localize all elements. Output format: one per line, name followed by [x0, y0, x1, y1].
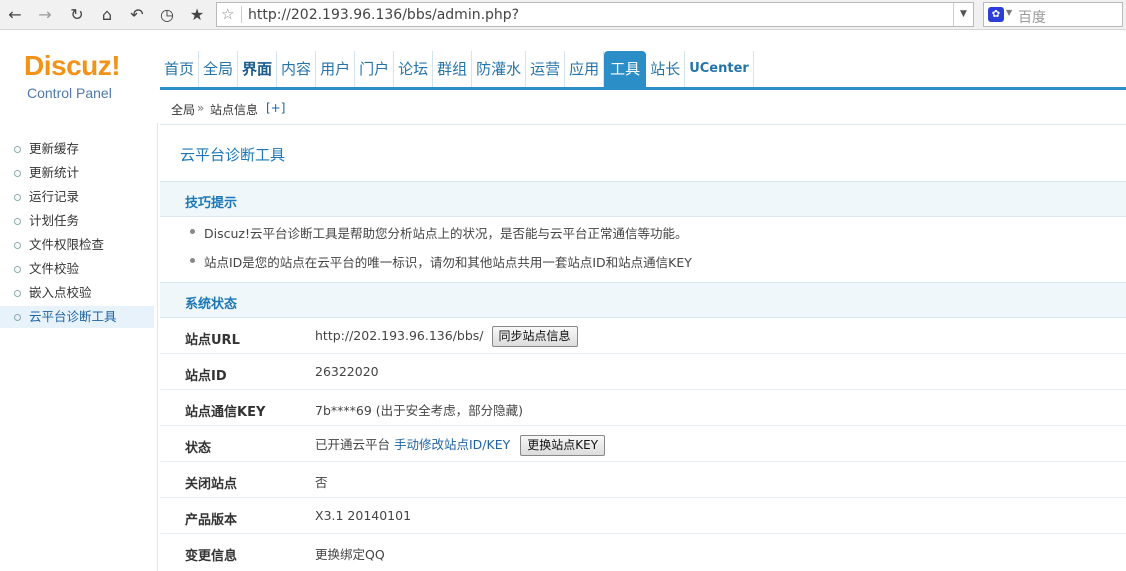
nav-portal[interactable]: 门户	[355, 51, 395, 87]
nav-operation[interactable]: 运营	[526, 51, 566, 87]
history-icon[interactable]: ◷	[156, 4, 178, 26]
chevron-down-icon[interactable]: ▼	[953, 3, 973, 26]
change-bound-qq-link[interactable]: 更换绑定QQ	[315, 544, 385, 563]
top-nav: 首页 全局 界面 内容 用户 门户 论坛 群组 防灌水 运营 应用 工具 站长 …	[160, 51, 754, 87]
row-label: 产品版本	[185, 513, 238, 528]
divider	[241, 6, 242, 23]
breadcrumb-current: 站点信息	[210, 103, 259, 117]
logo-subtitle: Control Panel	[27, 85, 112, 101]
row-label: 站点ID	[185, 369, 227, 384]
edit-site-id-key-link[interactable]: 手动修改站点ID/KEY	[394, 437, 510, 452]
row-close-site: 关闭站点 否	[160, 462, 1126, 498]
site-url-value: http://202.193.96.136/bbs/	[315, 328, 484, 343]
nav-group[interactable]: 群组	[433, 51, 473, 87]
site-id-value: 26322020	[315, 364, 379, 379]
site-key-value: 7b****69 (出于安全考虑，部分隐藏)	[315, 403, 524, 418]
breadcrumb-separator: »	[197, 101, 205, 115]
main-content: 云平台诊断工具 技巧提示 Discuz!云平台诊断工具是帮助您分析站点上的状况，…	[160, 126, 1126, 571]
row-label: 状态	[185, 441, 212, 456]
sidebar-item-update-cache[interactable]: 更新缓存	[0, 138, 154, 160]
address-bar[interactable]: ☆ http://202.193.96.136/bbs/admin.php? ▼	[216, 2, 974, 27]
nav-antispam[interactable]: 防灌水	[472, 51, 527, 87]
row-change-info: 变更信息 更换绑定QQ	[160, 534, 1126, 570]
reload-icon[interactable]: ↻	[66, 4, 88, 26]
sync-site-info-button[interactable]: 同步站点信息	[491, 326, 578, 347]
nav-apps[interactable]: 应用	[565, 51, 605, 87]
sidebar: 更新缓存 更新统计 运行记录 计划任务 文件权限检查 文件校验 嵌入点校验 云平…	[0, 123, 158, 571]
admin-header: 首页 全局 界面 内容 用户 门户 论坛 群组 防灌水 运营 应用 工具 站长 …	[0, 31, 1126, 90]
row-site-id: 站点ID 26322020	[160, 354, 1126, 390]
status-header: 系统状态	[160, 282, 1126, 318]
tips-header: 技巧提示	[160, 181, 1126, 217]
tip-item: Discuz!云平台诊断工具是帮助您分析站点上的状况，是否能与云平台正常通信等功…	[189, 223, 687, 242]
undo-icon[interactable]: ↶	[126, 4, 148, 26]
tips-header-label: 技巧提示	[185, 196, 238, 211]
nav-webmaster[interactable]: 站长	[646, 51, 686, 87]
page-title: 云平台诊断工具	[180, 146, 286, 164]
back-icon[interactable]: ←	[4, 4, 26, 26]
row-label: 站点通信KEY	[185, 405, 266, 420]
breadcrumb: 全局 » 站点信息 [+]	[160, 91, 1126, 125]
home-icon[interactable]: ⌂	[96, 4, 118, 26]
chevron-down-icon[interactable]: ▼	[1006, 8, 1012, 17]
logo-brand: Discuz!	[24, 50, 121, 81]
nav-underline	[160, 87, 1126, 90]
close-site-value: 否	[315, 475, 328, 490]
row-site-url: 站点URL http://202.193.96.136/bbs/同步站点信息	[160, 318, 1126, 354]
search-placeholder[interactable]: 百度	[1018, 7, 1046, 27]
logo: Discuz! Control Panel	[0, 30, 158, 101]
nav-tools[interactable]: 工具	[604, 51, 647, 87]
row-value: http://202.193.96.136/bbs/同步站点信息	[315, 326, 578, 347]
nav-style[interactable]: 界面	[238, 51, 278, 87]
search-box[interactable]: ✿ ▼ 百度	[983, 2, 1123, 27]
sidebar-item-file-check[interactable]: 文件校验	[0, 258, 154, 280]
row-label: 站点URL	[185, 333, 240, 348]
sidebar-item-file-perms[interactable]: 文件权限检查	[0, 234, 154, 256]
row-value: 已开通云平台 手动修改站点ID/KEY 更换站点KEY	[315, 434, 606, 456]
baidu-paw-icon[interactable]: ✿	[988, 7, 1004, 22]
sidebar-item-cloud-diagnose[interactable]: 云平台诊断工具	[0, 306, 154, 328]
status-value: 已开通云平台	[315, 437, 391, 452]
nav-ucenter[interactable]: UCenter	[685, 51, 754, 87]
star-outline-icon[interactable]: ☆	[221, 5, 234, 23]
address-url[interactable]: http://202.193.96.136/bbs/admin.php?	[248, 7, 519, 23]
nav-content[interactable]: 内容	[277, 51, 317, 87]
sidebar-item-run-log[interactable]: 运行记录	[0, 186, 154, 208]
nav-home[interactable]: 首页	[160, 51, 200, 87]
bookmark-star-icon[interactable]: ★	[186, 4, 208, 26]
sidebar-item-cron[interactable]: 计划任务	[0, 210, 154, 232]
row-site-key: 站点通信KEY 7b****69 (出于安全考虑，部分隐藏)	[160, 390, 1126, 426]
browser-toolbar: ← → ↻ ⌂ ↶ ◷ ★ ☆ http://202.193.96.136/bb…	[0, 0, 1126, 30]
row-version: 产品版本 X3.1 20140101	[160, 498, 1126, 534]
version-value: X3.1 20140101	[315, 508, 412, 523]
nav-user[interactable]: 用户	[316, 51, 356, 87]
sidebar-item-update-stats[interactable]: 更新统计	[0, 162, 154, 184]
row-label: 关闭站点	[185, 477, 238, 492]
breadcrumb-root[interactable]: 全局	[171, 101, 195, 118]
nav-global[interactable]: 全局	[199, 51, 239, 87]
nav-forum[interactable]: 论坛	[394, 51, 434, 87]
row-status: 状态 已开通云平台 手动修改站点ID/KEY 更换站点KEY	[160, 426, 1126, 462]
forward-icon[interactable]: →	[34, 4, 56, 26]
tip-item: 站点ID是您的站点在云平台的唯一标识，请勿和其他站点共用一套站点ID和站点通信K…	[190, 252, 692, 271]
status-header-label: 系统状态	[185, 297, 238, 312]
row-label: 变更信息	[185, 549, 238, 564]
breadcrumb-add[interactable]: [+]	[266, 101, 285, 115]
sidebar-item-hook-check[interactable]: 嵌入点校验	[0, 282, 154, 304]
change-site-key-button[interactable]: 更换站点KEY	[520, 435, 606, 456]
